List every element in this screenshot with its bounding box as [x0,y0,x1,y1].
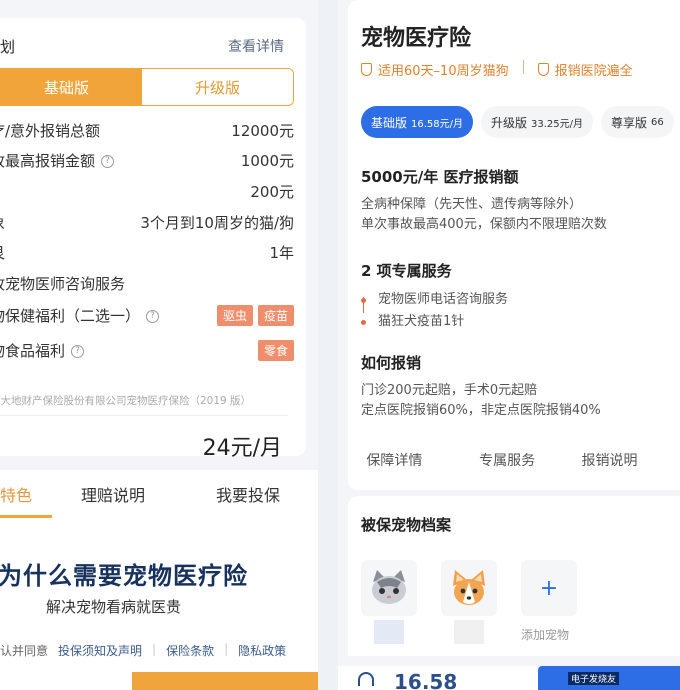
view-details-link[interactable]: 查看详情 [228,36,284,57]
pet-profile-section: 被保宠物档案 + 添加宠物 [348,496,680,656]
row-label: 物保健福利（二选一） [0,306,141,325]
timeline-line [363,297,364,313]
notice-link[interactable]: 投保须知及声明 [58,642,142,659]
coverage-line: 全病种保障（先天性、遗传病等除外） [361,197,583,212]
feature-badges: 适用60天–10周岁猫狗 报销医院遍全 [361,60,633,79]
tab-features[interactable]: 特色 [0,482,48,506]
coverage-title: 5000元/年 医疗报销额 [361,168,519,186]
badge-hospital: 报销医院遍全 [554,64,633,79]
row-consult: 故宠物医师咨询服务 [0,271,294,295]
agree-text: 认并同意 [0,644,49,658]
terms-link[interactable]: 保险条款 [166,642,214,659]
pet-cat-avatar[interactable] [361,560,417,616]
row-label: 象 [0,212,5,233]
row-health: 物保健福利（二选一）? 驱虫 疫苗 [0,303,294,327]
add-pet-button[interactable]: + [521,560,577,616]
banner-subtitle: 解决宠物看病就医贵 [46,598,182,616]
row-food: 物食品福利? 零食 [0,338,294,362]
tab-claim-info[interactable]: 报销说明 [564,450,679,470]
right-screen: 宠物医疗险 适用60天–10周岁猫狗 报销医院遍全 基础版 16.58元/月 升级… [338,0,680,690]
cat-icon [372,570,406,604]
tab-coverage-details[interactable]: 保障详情 [338,450,451,470]
right-tabs: 保障详情 专属服务 报销说明 [338,450,678,470]
banner-title: 为什么需要宠物医疗险 [0,562,248,590]
row-deductible: 200元 [0,179,294,203]
promo-banner: 为什么需要宠物医疗险 解决宠物看病就医贵 认并同意 投保须知及声明 | 保险条款… [0,518,318,690]
pet-section-title: 被保宠物档案 [361,516,452,534]
divider [0,415,288,416]
tag-group: 驱虫 疫苗 [216,304,294,326]
dog-icon [453,570,485,605]
tag-snack[interactable]: 零食 [257,339,294,361]
row-label: 故宠物医师咨询服务 [0,274,126,293]
plan-premium[interactable]: 尊享版 66 [601,106,674,138]
badge-age: 适用60天–10周岁猫狗 [378,64,509,79]
footer-price: 16.58 [394,670,458,690]
add-pet-label: 添加宠物 [521,628,570,642]
coverage-section: 5000元/年 医疗报销额 全病种保障（先天性、遗传病等除外） 单次事故最高40… [361,166,607,235]
plan-header: 划 查看详情 [0,36,284,57]
bottom-bar [0,672,318,690]
row-value: 3个月到10周岁的猫/狗 [140,213,294,232]
plan-selector: 基础版 16.58元/月 升级版 33.25元/月 尊享版 66 [361,106,674,138]
row-label: 艮 [0,242,5,263]
section-title: 划 [0,38,16,56]
agreement-links: 认并同意 投保须知及声明 | 保险条款 | 隐私政策 [0,642,287,659]
row-max: 故最高报销金额? 1000元 [0,148,294,172]
pet-name-placeholder [374,620,404,644]
tag-group: 零食 [257,339,294,361]
customer-service-icon[interactable] [358,672,374,686]
row-label: 疗/意外报销总额 [0,121,101,140]
help-icon[interactable]: ? [71,344,85,358]
left-screen: 划 查看详情 基础版 升级版 疗/意外报销总额 12000元 故最高报销金额? … [0,0,318,690]
plus-icon: + [539,575,559,601]
tag-vaccine[interactable]: 疫苗 [257,304,294,326]
claims-line: 门诊200元起赔，手术0元起赔 [361,383,538,398]
plan-basic[interactable]: 基础版 16.58元/月 [361,106,474,138]
row-term: 艮 1年 [0,240,294,264]
tab-claims[interactable]: 理赔说明 [48,482,178,506]
services-section: 2 项专属服务 宠物医师电话咨询服务 猫狂犬疫苗1针 [361,260,508,333]
product-card: 宠物医疗险 适用60天–10周岁猫狗 报销医院遍全 基础版 16.58元/月 升级… [348,0,680,490]
left-tabs: 特色 理赔说明 我要投保 [0,470,318,518]
services-title: 2 项专属服务 [361,262,452,280]
claims-title: 如何报销 [361,354,422,372]
row-target: 象 3个月到10周岁的猫/狗 [0,210,294,234]
claims-line: 定点医院报销60%，非定点医院报销40% [361,403,601,418]
help-icon[interactable]: ? [101,154,115,168]
claims-section: 如何报销 门诊200元起赔，手术0元起赔 定点医院报销60%，非定点医院报销40… [361,352,601,421]
row-value: 1000元 [240,151,294,170]
shield-icon [537,63,549,76]
plan-toggle: 基础版 升级版 [0,68,294,106]
tab-buy[interactable]: 我要投保 [178,482,318,506]
privacy-link[interactable]: 隐私政策 [238,642,286,659]
tag-deworm[interactable]: 驱虫 [216,304,253,326]
policy-note: 国大地财产保险股份有限公司宠物医疗保险（2019 版） [0,395,252,407]
row-value: 1年 [269,243,294,262]
row-label: 故最高报销金额 [0,151,96,170]
row-value: 200元 [250,182,294,201]
coverage-line: 单次事故最高400元，保额内不限理赔次数 [361,217,607,232]
row-total: 疗/意外报销总额 12000元 [0,118,294,142]
pet-name-placeholder [454,620,484,644]
bottom-action-bar: 16.58 电子发烧友 [338,666,680,690]
row-value: 12000元 [231,121,294,140]
shield-icon [361,63,372,76]
product-title: 宠物医疗险 [361,26,472,51]
watermark: 电子发烧友 [568,672,620,685]
price-per-month: 24元/月 [202,436,282,461]
plan-upgrade[interactable]: 升级版 33.25元/月 [481,106,594,138]
tab-basic[interactable]: 基础版 [0,69,142,105]
row-label: 物食品福利 [0,341,66,360]
service-item: 猫狂犬疫苗1针 [361,311,508,333]
help-icon[interactable]: ? [146,309,160,323]
tab-upgrade[interactable]: 升级版 [142,69,293,105]
pet-dog-avatar[interactable] [441,560,497,616]
tab-exclusive-services[interactable]: 专属服务 [451,450,564,470]
plan-card: 划 查看详情 基础版 升级版 疗/意外报销总额 12000元 故最高报销金额? … [0,18,306,461]
buy-button[interactable] [132,672,318,690]
service-item: 宠物医师电话咨询服务 [361,289,508,311]
